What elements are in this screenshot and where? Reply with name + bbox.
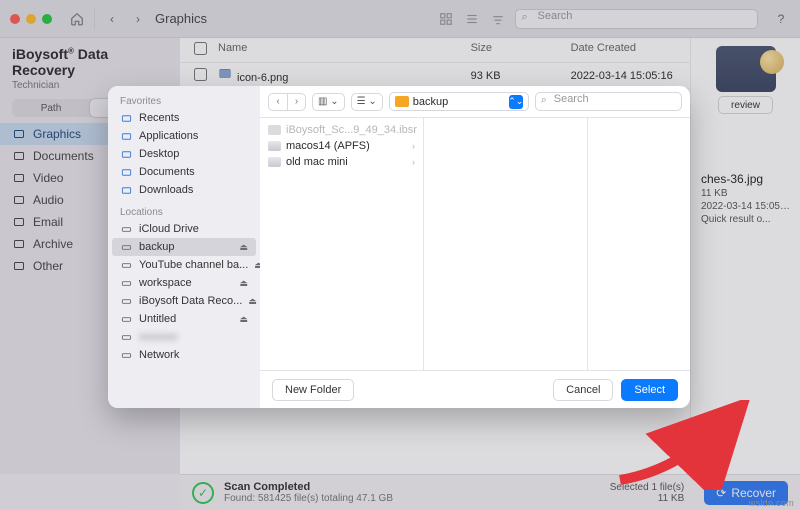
dialog-favorite-downloads[interactable]: Downloads <box>108 181 260 199</box>
eject-icon[interactable]: ⏏ <box>239 314 248 325</box>
column-item[interactable]: iBoysoft_Sc...9_49_34.ibsr <box>260 122 423 138</box>
chevron-right-icon: › <box>412 157 415 167</box>
dialog-sidebar: Favorites Recents Applications Desktop Docu… <box>108 86 260 408</box>
downloads-icon <box>120 185 133 196</box>
dialog-favorite-desktop[interactable]: Desktop <box>108 145 260 163</box>
location-label: YouTube channel ba... <box>139 259 248 271</box>
select-button[interactable]: Select <box>621 379 678 401</box>
dialog-search-input[interactable]: Search <box>535 92 682 111</box>
location-label: Network <box>139 349 179 361</box>
dialog-footer: New Folder Cancel Select <box>260 370 690 408</box>
dialog-location[interactable]: Network <box>108 346 260 364</box>
eject-icon[interactable]: ⏏ <box>248 296 257 307</box>
location-label: iBoysoft Data Reco... <box>139 295 242 307</box>
locations-header: Locations <box>108 203 260 220</box>
dropdown-chevron-icon[interactable]: ⌃⌄ <box>509 95 523 109</box>
column-item-label: iBoysoft_Sc...9_49_34.ibsr <box>286 124 417 136</box>
cancel-button[interactable]: Cancel <box>553 379 613 401</box>
apps-icon <box>120 131 133 142</box>
eject-icon[interactable]: ⏏ <box>239 242 248 253</box>
column-item[interactable]: macos14 (APFS) › <box>260 138 423 154</box>
dialog-location[interactable]: workspace ⏏ <box>108 274 260 292</box>
location-label: workspace <box>139 277 192 289</box>
save-dialog: Favorites Recents Applications Desktop Docu… <box>108 86 690 408</box>
disk-icon <box>120 314 133 325</box>
dialog-toolbar: ‹› ▥ ⌄ ☰ ⌄ backup ⌃⌄ Search <box>260 86 690 118</box>
eject-icon[interactable]: ⏏ <box>239 278 248 289</box>
location-label: iCloud Drive <box>139 223 199 235</box>
dialog-location[interactable]: xxxxxxx <box>108 328 260 346</box>
dialog-favorite-documents[interactable]: Documents <box>108 163 260 181</box>
favorite-label: Applications <box>139 130 198 142</box>
view-columns-button[interactable]: ▥ ⌄ <box>312 93 345 111</box>
desktop-icon <box>120 149 133 160</box>
nav-back-forward[interactable]: ‹› <box>268 93 306 111</box>
favorite-label: Documents <box>139 166 195 178</box>
disk-icon <box>120 260 133 271</box>
dialog-favorite-applications[interactable]: Applications <box>108 127 260 145</box>
view-group-button[interactable]: ☰ ⌄ <box>351 93 383 111</box>
display-icon <box>120 332 133 343</box>
folder-icon <box>395 96 409 107</box>
dialog-location[interactable]: iCloud Drive <box>108 220 260 238</box>
disk-icon <box>268 141 281 151</box>
dialog-location[interactable]: iBoysoft Data Reco... ⏏ <box>108 292 260 310</box>
favorites-header: Favorites <box>108 92 260 109</box>
watermark: wsldn.com <box>749 498 794 508</box>
dialog-location[interactable]: Untitled ⏏ <box>108 310 260 328</box>
dialog-favorite-recents[interactable]: Recents <box>108 109 260 127</box>
disk-icon <box>120 278 133 289</box>
location-label: xxxxxxx <box>139 331 178 343</box>
location-dropdown[interactable]: backup ⌃⌄ <box>389 92 529 111</box>
doc-icon <box>120 167 133 178</box>
dialog-location[interactable]: YouTube channel ba...⏏ <box>108 256 260 274</box>
nav-back-icon[interactable]: ‹ <box>269 94 287 110</box>
disk-icon <box>120 296 133 307</box>
location-label: backup <box>139 241 174 253</box>
nav-forward-icon[interactable]: › <box>287 94 305 110</box>
dialog-location[interactable]: backup ⏏ <box>112 238 256 256</box>
network-icon <box>120 350 133 361</box>
clock-icon <box>120 113 133 124</box>
chevron-right-icon: › <box>412 141 415 151</box>
location-name: backup <box>413 96 448 108</box>
column-item-label: macos14 (APFS) <box>286 140 370 152</box>
favorite-label: Desktop <box>139 148 179 160</box>
new-folder-button[interactable]: New Folder <box>272 379 354 401</box>
column-item[interactable]: old mac mini › <box>260 154 423 170</box>
disk-icon <box>120 242 133 253</box>
favorite-label: Downloads <box>139 184 193 196</box>
location-label: Untitled <box>139 313 176 325</box>
cloud-icon <box>120 224 133 235</box>
file-icon <box>268 125 281 135</box>
column-item-label: old mac mini <box>286 156 348 168</box>
disk-icon <box>268 157 281 167</box>
favorite-label: Recents <box>139 112 179 124</box>
column-browser[interactable]: iBoysoft_Sc...9_49_34.ibsr macos14 (APFS)… <box>260 118 690 370</box>
